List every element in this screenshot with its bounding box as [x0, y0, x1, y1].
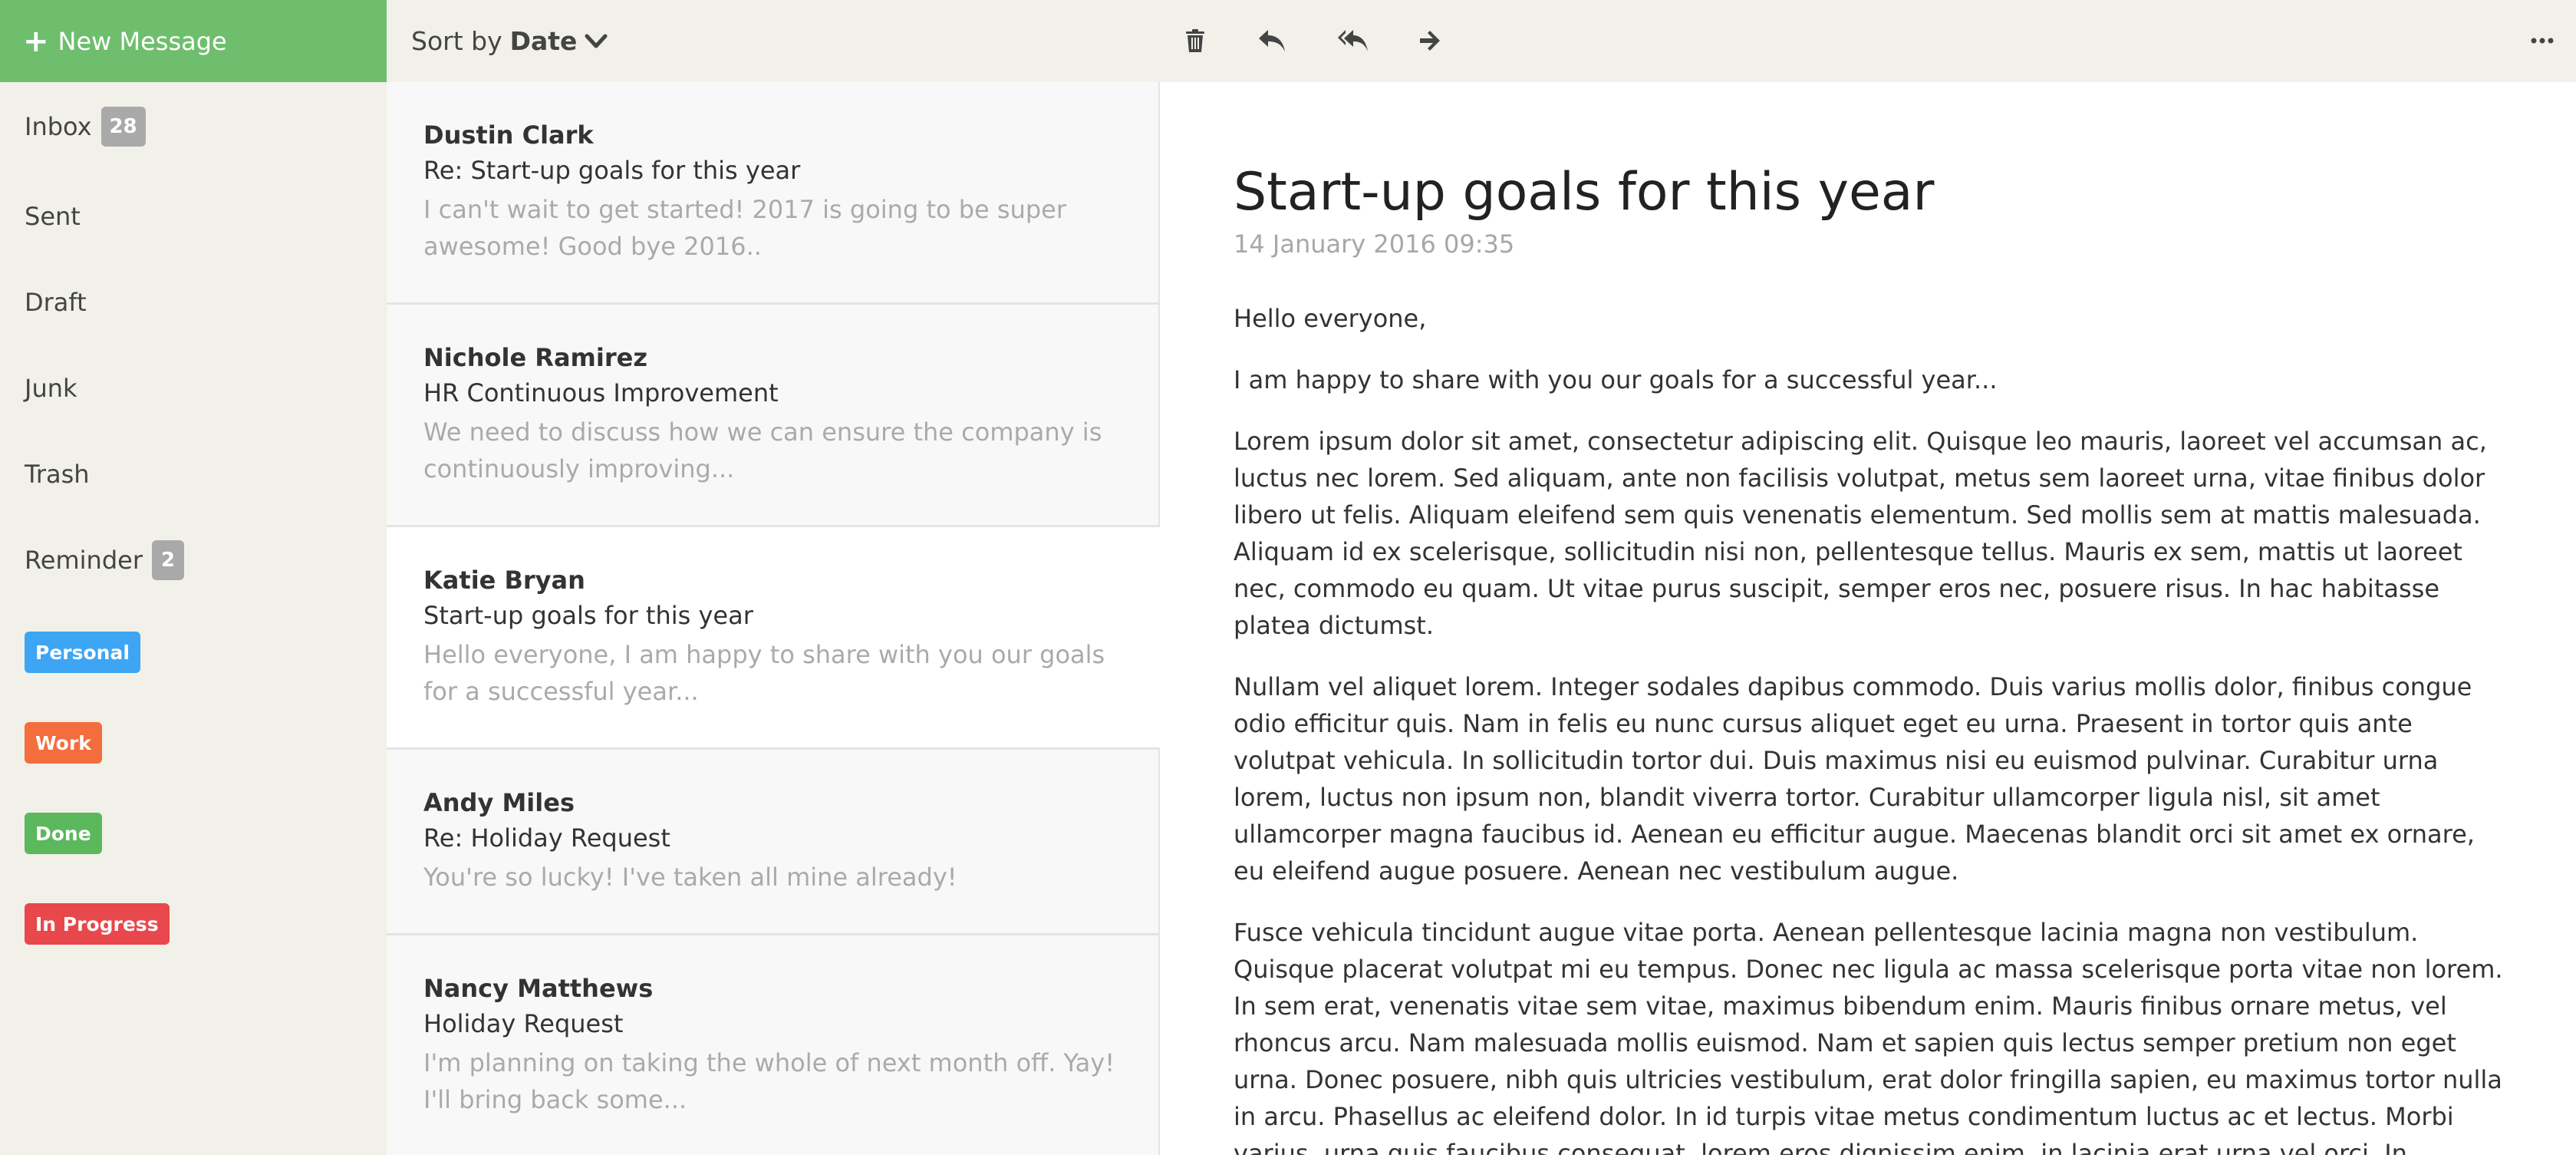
tag-label: Work — [35, 731, 91, 754]
sort-prefix: Sort by — [411, 26, 502, 56]
tag-label: Done — [35, 822, 91, 845]
body-paragraph: Hello everyone, — [1234, 304, 1427, 333]
tag-personal[interactable]: Personal — [25, 632, 140, 673]
message-title: Start-up goals for this year — [1234, 162, 1935, 223]
message-reader: Start-up goals for this year 14 January … — [1160, 82, 2576, 1155]
toolbar: Sort by Date — [387, 0, 2576, 82]
reminder-count-badge: 2 — [151, 540, 184, 580]
message-subject: HR Continuous Improvement — [423, 378, 779, 407]
message-list: Dustin Clark Re: Start-up goals for this… — [387, 82, 1160, 1155]
message-item[interactable]: Dustin Clark Re: Start-up goals for this… — [387, 82, 1160, 305]
body-paragraph: Lorem ipsum dolor sit amet, consectetur … — [1234, 427, 2487, 640]
sort-dropdown[interactable]: Sort by Date — [411, 0, 608, 82]
sidebar-item-label: Draft — [25, 288, 87, 317]
message-item[interactable]: Nancy Matthews Holiday Request I'm plann… — [387, 935, 1160, 1158]
message-sender: Dustin Clark — [423, 120, 594, 150]
message-date: 14 January 2016 09:35 — [1234, 229, 1515, 259]
unread-count-badge: 28 — [100, 107, 146, 147]
message-preview: I can't wait to get started! 2017 is goi… — [423, 195, 1067, 261]
chevron-down-icon — [585, 34, 608, 48]
message-subject: Holiday Request — [423, 1009, 624, 1038]
message-item[interactable]: Andy Miles Re: Holiday Request You're so… — [387, 750, 1160, 935]
sidebar-item-label: Reminder — [25, 546, 143, 575]
sidebar-item-label: Sent — [25, 202, 81, 231]
body-paragraph: I am happy to share with you our goals f… — [1234, 365, 1998, 394]
plus-icon: + — [23, 23, 49, 59]
message-body: Hello everyone, I am happy to share with… — [1234, 300, 2507, 1155]
message-item[interactable]: Nichole Ramirez HR Continuous Improvemen… — [387, 305, 1160, 527]
message-preview: We need to discuss how we can ensure the… — [423, 417, 1102, 483]
tag-in-progress[interactable]: In Progress — [25, 903, 170, 945]
forward-icon — [1420, 31, 1440, 51]
message-preview: I'm planning on taking the whole of next… — [423, 1048, 1115, 1114]
more-icon — [2531, 38, 2554, 44]
sidebar-item-inbox[interactable]: Inbox 28 — [25, 105, 146, 148]
tag-work[interactable]: Work — [25, 722, 102, 764]
message-sender: Katie Bryan — [423, 566, 585, 595]
message-subject: Start-up goals for this year — [423, 601, 753, 630]
reply-button[interactable] — [1249, 19, 1295, 62]
delete-button[interactable] — [1172, 19, 1218, 62]
sidebar-item-label: Inbox — [25, 112, 92, 141]
message-item-selected[interactable]: Katie Bryan Start-up goals for this year… — [387, 527, 1160, 750]
sidebar-item-junk[interactable]: Junk — [25, 367, 77, 410]
sidebar: + New Message Inbox 28 Sent Draft Junk T… — [0, 0, 387, 1155]
tag-label: Personal — [35, 641, 130, 664]
body-paragraph: Fusce vehicula tincidunt augue vitae por… — [1234, 918, 2503, 1155]
new-message-button[interactable]: + New Message — [0, 0, 387, 82]
message-sender: Nichole Ramirez — [423, 343, 647, 372]
new-message-label: New Message — [58, 26, 227, 56]
sort-value: Date — [509, 26, 578, 56]
tag-done[interactable]: Done — [25, 813, 102, 854]
sidebar-item-sent[interactable]: Sent — [25, 195, 81, 238]
more-options-button[interactable] — [2519, 19, 2565, 62]
sidebar-item-label: Junk — [25, 374, 77, 403]
message-subject: Re: Holiday Request — [423, 823, 670, 853]
reply-all-icon — [1338, 30, 1368, 51]
message-subject: Re: Start-up goals for this year — [423, 156, 801, 185]
forward-button[interactable] — [1407, 19, 1453, 62]
tag-label: In Progress — [35, 912, 159, 935]
sidebar-item-reminder[interactable]: Reminder 2 — [25, 539, 184, 582]
sidebar-item-label: Trash — [25, 460, 90, 489]
body-paragraph: Nullam vel aliquet lorem. Integer sodale… — [1234, 672, 2475, 886]
trash-icon — [1186, 29, 1204, 52]
message-sender: Nancy Matthews — [423, 974, 654, 1003]
reply-icon — [1259, 30, 1285, 51]
sidebar-item-trash[interactable]: Trash — [25, 453, 90, 496]
message-preview: Hello everyone, I am happy to share with… — [423, 640, 1105, 706]
message-sender: Andy Miles — [423, 788, 575, 817]
reply-all-button[interactable] — [1330, 19, 1376, 62]
message-preview: You're so lucky! I've taken all mine alr… — [423, 863, 957, 892]
sidebar-item-draft[interactable]: Draft — [25, 281, 87, 324]
